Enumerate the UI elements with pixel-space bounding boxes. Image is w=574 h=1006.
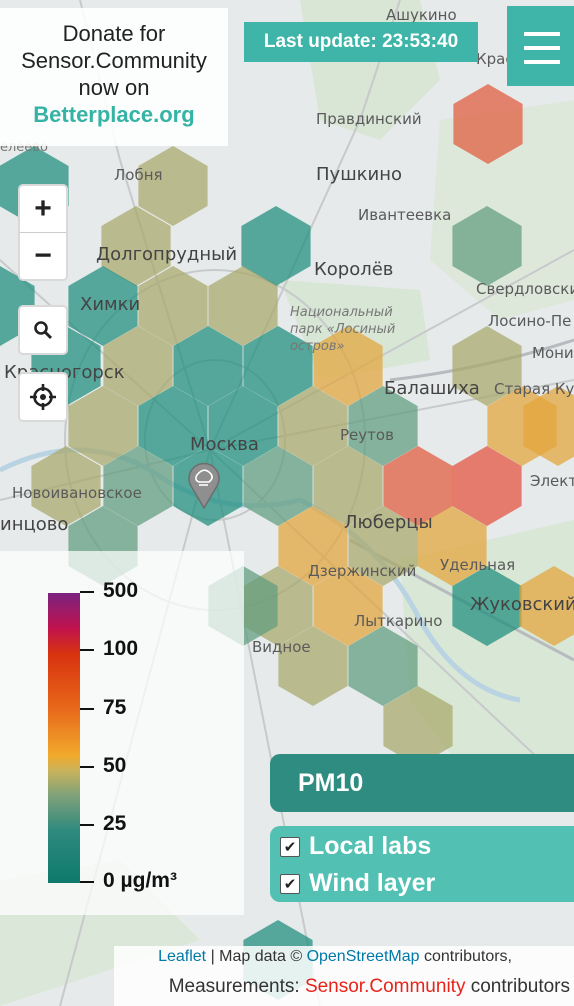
legend-label: 0 µg/m³ [103, 869, 177, 892]
map-label: Лобня [114, 166, 163, 184]
map-label: Ивантеевка [358, 206, 452, 224]
pm10-selector-button[interactable]: PM10 [270, 754, 574, 812]
map-label: Элект [530, 472, 574, 490]
pm-legend: 500 100 75 50 25 0 µg/m³ [0, 551, 244, 915]
map-label: Москва [190, 434, 259, 455]
search-control [18, 305, 68, 355]
layer-toggles: ✔ Local labs ✔ Wind layer [270, 826, 574, 902]
map-label: Химки [80, 294, 141, 315]
map-label: Королёв [314, 259, 394, 280]
legend-label: 100 [103, 637, 139, 660]
donate-line: now on [78, 75, 150, 100]
map-label: Реутов [340, 426, 394, 444]
layer-local-labs[interactable]: ✔ Local labs [280, 832, 431, 861]
attribution-text: | Map data © [206, 948, 307, 965]
legend-label: 75 [103, 696, 127, 719]
checkbox-checked-icon[interactable]: ✔ [280, 836, 300, 857]
map-label: Люберцы [344, 512, 433, 533]
legend-tick [80, 824, 94, 826]
sensor-community-link[interactable]: Sensor.Community [305, 976, 466, 997]
menu-button[interactable] [507, 6, 574, 86]
legend-color-bar [48, 593, 80, 883]
locate-control [18, 372, 68, 422]
legend-tick [80, 766, 94, 768]
legend-tick [80, 881, 94, 883]
betterplace-link[interactable]: Betterplace.org [0, 101, 228, 129]
legend-tick [80, 708, 94, 710]
map-label: Правдинский [316, 110, 422, 128]
crosshair-locate-icon [30, 384, 56, 410]
map-label: Балашиха [384, 378, 480, 399]
map-marker-icon[interactable] [186, 458, 222, 510]
leaflet-link[interactable]: Leaflet [158, 948, 206, 965]
zoom-in-button[interactable]: + [20, 186, 66, 232]
legend-label: 50 [103, 754, 127, 777]
layer-label: Wind layer [309, 869, 436, 897]
zoom-control: + − [18, 184, 68, 281]
legend-tick [80, 591, 94, 593]
map-label: Старая Ку [494, 380, 574, 398]
map-label: Дзержинский [308, 562, 417, 580]
attribution-text: contributors, [419, 948, 512, 965]
map-label: Свердловский [476, 280, 574, 298]
map-label: Удельная [440, 556, 516, 574]
map-attribution: Leaflet | Map data © OpenStreetMap contr… [114, 946, 574, 1006]
layer-label: Local labs [309, 832, 432, 860]
checkbox-checked-icon[interactable]: ✔ [280, 873, 300, 894]
attribution-text: Measurements: [168, 976, 305, 997]
map-label: инцово [0, 514, 69, 535]
map-label: Видное [252, 638, 311, 656]
layer-wind[interactable]: ✔ Wind layer [280, 869, 435, 898]
map-label: Лыткарино [354, 612, 443, 630]
map-label: Национальный парк «Лосиный остров» [290, 305, 396, 354]
last-update-badge: Last update: 23:53:40 [244, 22, 478, 62]
search-icon [34, 321, 53, 340]
map-label: Лосино-Пе [488, 312, 572, 330]
donate-line: Donate for [62, 21, 166, 46]
search-button[interactable] [20, 307, 66, 353]
locate-button[interactable] [20, 374, 66, 420]
legend-tick [80, 649, 94, 651]
map-label: Пушкино [316, 164, 403, 185]
osm-link[interactable]: OpenStreetMap [307, 948, 420, 965]
legend-label: 500 [103, 579, 139, 602]
attribution-text: contributors [465, 976, 570, 997]
donate-box: Donate for Sensor.Community now on Bette… [0, 8, 228, 146]
map-label: Новоивановское [12, 484, 142, 502]
map-label: Долгопрудный [96, 244, 238, 265]
map-label: Мони [532, 344, 574, 362]
donate-line: Sensor.Community [21, 48, 207, 73]
legend-label: 25 [103, 812, 127, 835]
zoom-out-button[interactable]: − [20, 232, 66, 279]
map-label: Жуковский [470, 594, 574, 615]
